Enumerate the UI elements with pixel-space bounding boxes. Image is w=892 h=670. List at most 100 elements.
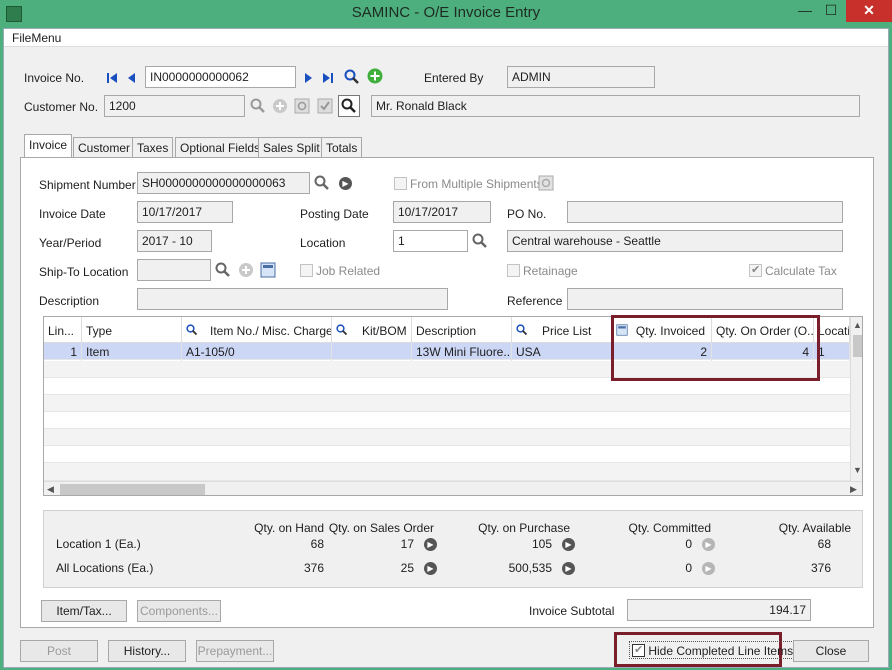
- post-button: Post: [20, 640, 98, 662]
- loc-qty-on-sales-order: 17: [400, 537, 414, 551]
- ship-to-finder-icon[interactable]: [215, 262, 231, 278]
- calculate-tax-checkbox: [749, 264, 762, 277]
- stock-summary-panel: Qty. on Hand Qty. on Sales Order Qty. on…: [43, 510, 863, 588]
- invoice-date-input[interactable]: 10/17/2017: [137, 201, 233, 223]
- scroll-thumb[interactable]: [853, 335, 862, 357]
- scroll-right-icon[interactable]: ▶: [850, 484, 857, 495]
- close-window-button[interactable]: ✕: [846, 0, 892, 22]
- from-multiple-shipments-label: From Multiple Shipments: [410, 177, 543, 191]
- new-record-icon[interactable]: [367, 68, 383, 84]
- price-list-search-icon: [516, 324, 528, 336]
- col-header-kit-bom[interactable]: Kit/BOM: [332, 317, 412, 343]
- shipment-finder-icon[interactable]: [314, 175, 330, 191]
- first-record-icon[interactable]: [104, 70, 120, 86]
- ship-to-zoom-icon[interactable]: [260, 262, 276, 278]
- hide-completed-line-items[interactable]: Hide Completed Line Items: [629, 641, 797, 659]
- tab-invoice[interactable]: Invoice: [24, 134, 73, 158]
- retainage-label: Retainage: [523, 264, 578, 278]
- col-header-type[interactable]: Type: [82, 317, 182, 343]
- entered-by-label: Entered By: [424, 71, 484, 85]
- all-purchase-drilldown-icon[interactable]: ▶: [562, 562, 575, 575]
- reference-label: Reference: [507, 294, 563, 308]
- col-header-price-list[interactable]: Price List: [512, 317, 612, 343]
- entered-by-field: ADMIN: [507, 66, 655, 88]
- window-client: FileMenu Invoice No. IN0000000000062 Ent…: [3, 28, 889, 668]
- history-button[interactable]: History...: [108, 640, 186, 662]
- job-related-checkbox: [300, 264, 313, 277]
- all-qty-available: 376: [810, 561, 831, 575]
- next-record-icon[interactable]: [300, 70, 316, 86]
- location-input[interactable]: 1: [393, 230, 468, 252]
- scroll-up-icon[interactable]: ▲: [853, 320, 862, 330]
- grid-vertical-scrollbar[interactable]: ▲ ▼: [850, 317, 862, 481]
- empty-row: [44, 412, 850, 429]
- scroll-left-icon[interactable]: ◀: [47, 484, 54, 495]
- col-header-description[interactable]: Description: [412, 317, 512, 343]
- cell-item-no: A1-105/0: [182, 343, 332, 361]
- window-title: SAMINC - O/E Invoice Entry: [351, 4, 541, 21]
- tab-totals[interactable]: Totals: [321, 137, 363, 157]
- grid-horizontal-scrollbar[interactable]: ◀ ▶: [44, 481, 862, 495]
- col-header-kit-bom-label: Kit/BOM: [362, 324, 407, 338]
- reference-input[interactable]: [567, 288, 843, 310]
- loc-sales-order-drilldown-icon[interactable]: ▶: [424, 538, 437, 551]
- menu-file[interactable]: FileMenu: [12, 31, 61, 45]
- close-button[interactable]: Close: [793, 640, 869, 662]
- kit-search-icon: [336, 324, 348, 336]
- invoice-no-label: Invoice No.: [24, 71, 85, 85]
- col-header-line[interactable]: Lin...: [44, 317, 82, 343]
- year-period-input[interactable]: 2017 - 10: [137, 230, 212, 252]
- invoice-no-input[interactable]: IN0000000000062: [145, 66, 296, 88]
- ship-to-new-icon: [238, 262, 254, 278]
- location-stock-label: Location 1 (Ea.): [56, 537, 141, 551]
- retainage-checkbox: [507, 264, 520, 277]
- po-no-input[interactable]: [567, 201, 843, 223]
- description-input[interactable]: [137, 288, 448, 310]
- invoice-tab-panel: Shipment Number SH0000000000000000063 ▶ …: [20, 157, 874, 628]
- tab-sales-split[interactable]: Sales Split: [258, 137, 325, 157]
- location-description-field: Central warehouse - Seattle: [507, 230, 843, 252]
- customer-new-icon: [272, 98, 288, 114]
- hscroll-thumb[interactable]: [60, 484, 205, 495]
- previous-record-icon[interactable]: [124, 70, 140, 86]
- scroll-down-icon[interactable]: ▼: [853, 465, 862, 475]
- last-record-icon[interactable]: [320, 70, 336, 86]
- hide-completed-checkbox[interactable]: [632, 644, 645, 658]
- customer-lookup-icon[interactable]: [338, 95, 360, 117]
- shipment-number-input[interactable]: SH0000000000000000063: [137, 172, 310, 194]
- empty-row: [44, 429, 850, 446]
- col-header-price-list-label: Price List: [542, 324, 592, 338]
- empty-row: [44, 395, 850, 412]
- all-qty-on-sales-order: 25: [400, 561, 414, 575]
- components-button: Components...: [137, 600, 221, 622]
- item-search-icon: [186, 324, 198, 336]
- loc-purchase-drilldown-icon[interactable]: ▶: [562, 538, 575, 551]
- shipment-go-icon[interactable]: ▶: [339, 177, 352, 190]
- item-tax-button[interactable]: Item/Tax...: [41, 600, 127, 622]
- maximize-button[interactable]: ☐: [818, 0, 844, 22]
- posting-date-input[interactable]: 10/17/2017: [393, 201, 491, 223]
- tab-optional-fields[interactable]: Optional Fields: [175, 137, 266, 157]
- invoice-subtotal-label: Invoice Subtotal: [529, 604, 615, 618]
- tab-customer[interactable]: Customer: [73, 137, 136, 157]
- ship-to-location-input[interactable]: [137, 259, 211, 281]
- finder-search-icon[interactable]: [344, 69, 360, 85]
- qty-columns-highlight: [611, 315, 820, 381]
- cell-description: 13W Mini Fluore...: [412, 343, 512, 361]
- all-qty-committed: 0: [685, 561, 692, 575]
- cell-line: 1: [44, 343, 82, 361]
- all-sales-order-drilldown-icon[interactable]: ▶: [424, 562, 437, 575]
- customer-name-field: Mr. Ronald Black: [371, 95, 860, 117]
- tab-taxes[interactable]: Taxes: [132, 137, 174, 157]
- menu-bar: FileMenu: [4, 29, 888, 47]
- description-label: Description: [39, 294, 100, 308]
- all-committed-drilldown-icon: ▶: [702, 562, 715, 575]
- year-period-label: Year/Period: [39, 236, 102, 250]
- col-header-item-no[interactable]: Item No./ Misc. Charge: [182, 317, 332, 343]
- prepayment-button: Prepayment...: [196, 640, 274, 662]
- location-finder-icon[interactable]: [472, 233, 488, 249]
- customer-no-input[interactable]: 1200: [104, 95, 245, 117]
- minimize-button[interactable]: —: [792, 0, 818, 22]
- customer-finder-icon[interactable]: [250, 98, 266, 114]
- posting-date-label: Posting Date: [300, 207, 369, 221]
